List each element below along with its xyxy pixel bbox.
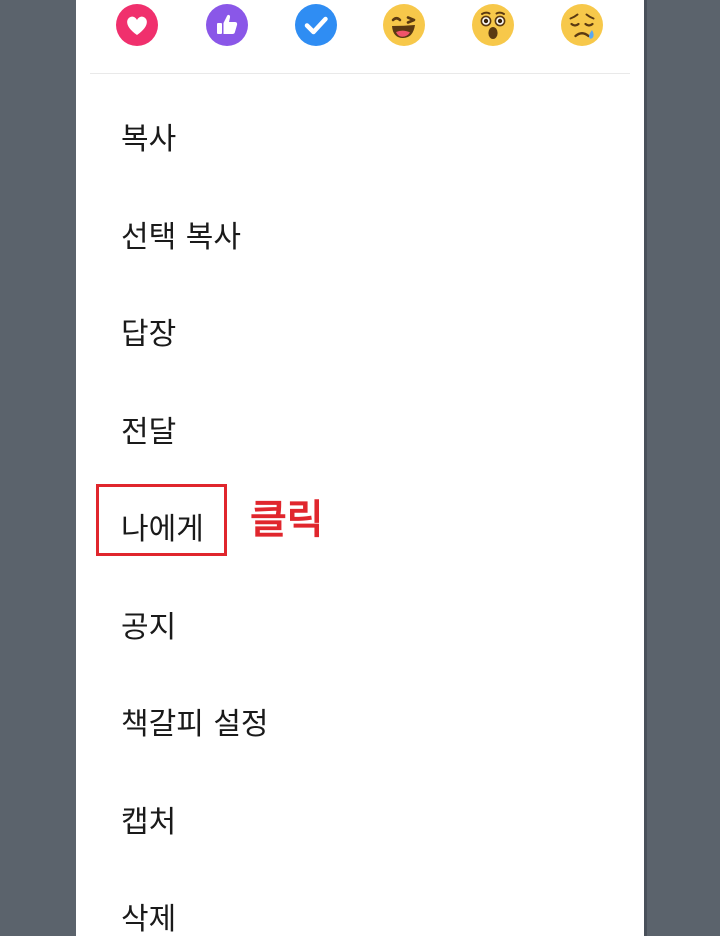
reaction-bar bbox=[76, 0, 644, 73]
surprised-face-reaction-icon[interactable] bbox=[471, 3, 515, 47]
menu-item-select-copy[interactable]: 선택 복사 bbox=[76, 185, 644, 282]
laughing-face-reaction-icon[interactable] bbox=[382, 3, 426, 47]
background-edge bbox=[644, 0, 647, 936]
menu-item-label: 답장 bbox=[121, 316, 177, 352]
menu-item-forward[interactable]: 전달 bbox=[76, 380, 644, 477]
menu-item-label: 복사 bbox=[121, 121, 177, 157]
menu-item-label: 책갈피 설정 bbox=[121, 706, 269, 742]
click-annotation-label: 클릭 bbox=[250, 497, 324, 543]
menu-item-label: 삭제 bbox=[121, 901, 177, 936]
reaction-divider bbox=[90, 73, 630, 74]
menu-item-label: 선택 복사 bbox=[121, 219, 241, 255]
menu-item-capture[interactable]: 캡처 bbox=[76, 770, 644, 867]
highlight-box-annotation bbox=[96, 484, 227, 556]
menu-item-notice[interactable]: 공지 bbox=[76, 575, 644, 672]
menu-item-label: 캡처 bbox=[121, 804, 177, 840]
message-context-menu: 복사 선택 복사 답장 전달 나에게 공지 책갈피 설정 캡처 삭제 bbox=[76, 0, 644, 936]
menu-item-label: 전달 bbox=[121, 414, 177, 450]
menu-item-delete[interactable]: 삭제 bbox=[76, 867, 644, 936]
menu-item-label: 공지 bbox=[121, 609, 177, 645]
sad-face-reaction-icon[interactable] bbox=[560, 3, 604, 47]
check-reaction-icon[interactable] bbox=[294, 3, 338, 47]
heart-reaction-icon[interactable] bbox=[115, 3, 159, 47]
menu-item-copy[interactable]: 복사 bbox=[76, 87, 644, 184]
menu-item-reply[interactable]: 답장 bbox=[76, 282, 644, 379]
thumbs-up-reaction-icon[interactable] bbox=[205, 3, 249, 47]
menu-item-bookmark[interactable]: 책갈피 설정 bbox=[76, 672, 644, 769]
